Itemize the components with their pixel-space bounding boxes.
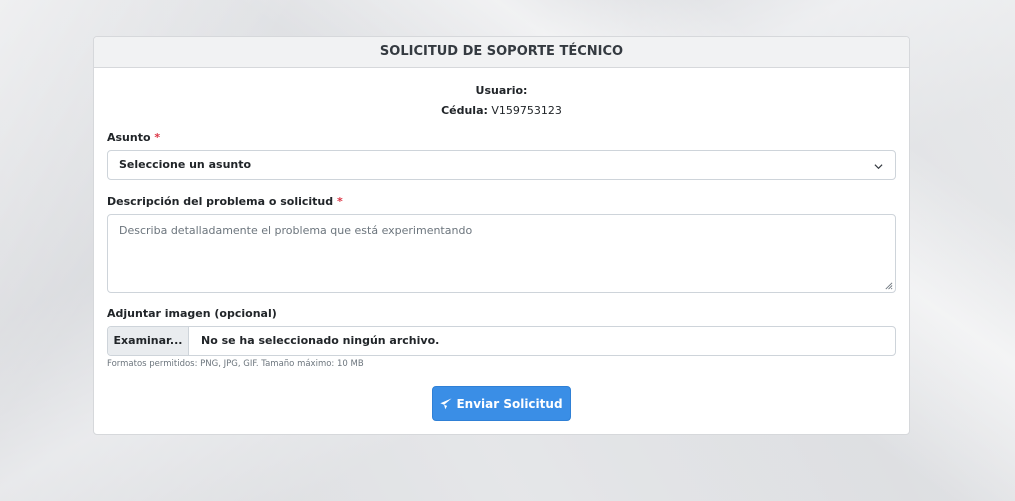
cedula-value: V159753123: [491, 104, 562, 117]
paper-plane-icon: [440, 398, 453, 410]
descripcion-label-row: Descripción del problema o solicitud *: [107, 195, 896, 208]
user-info: Usuario: Cédula: V159753123: [94, 81, 909, 121]
descripcion-field: Descripción del problema o solicitud * D…: [107, 195, 896, 293]
descripcion-label: Descripción del problema o solicitud: [107, 195, 334, 208]
adjuntar-label: Adjuntar imagen (opcional): [107, 307, 277, 320]
usuario-label: Usuario:: [475, 84, 528, 97]
file-status: No se ha seleccionado ningún archivo.: [201, 334, 440, 347]
submit-label: Enviar Solicitud: [456, 397, 563, 411]
file-help-text: Formatos permitidos: PNG, JPG, GIF. Tama…: [107, 359, 364, 369]
cedula-label: Cédula:: [441, 104, 488, 117]
descripcion-placeholder: Describa detalladamente el problema que …: [119, 224, 473, 237]
chevron-down-icon: [874, 164, 883, 170]
asunto-select[interactable]: Seleccione un asunto: [107, 150, 896, 180]
adjuntar-field: Adjuntar imagen (opcional) Examinar... N…: [107, 307, 896, 369]
asunto-selected-value: Seleccione un asunto: [119, 158, 252, 171]
usuario-row: Usuario:: [94, 81, 909, 101]
browse-button[interactable]: Examinar...: [108, 327, 189, 355]
required-asterisk: *: [154, 131, 161, 144]
descripcion-textarea[interactable]: Describa detalladamente el problema que …: [107, 214, 896, 293]
required-asterisk: *: [336, 195, 343, 208]
cedula-row: Cédula: V159753123: [94, 101, 909, 121]
resize-grip-icon[interactable]: [884, 281, 893, 290]
asunto-field: Asunto * Seleccione un asunto: [107, 131, 896, 180]
support-request-card: SOLICITUD DE SOPORTE TÉCNICO Usuario: Cé…: [93, 36, 910, 435]
card-title: SOLICITUD DE SOPORTE TÉCNICO: [94, 37, 909, 68]
submit-button[interactable]: Enviar Solicitud: [432, 386, 571, 421]
file-input[interactable]: Examinar... No se ha seleccionado ningún…: [107, 326, 896, 356]
asunto-label-row: Asunto *: [107, 131, 896, 144]
asunto-label: Asunto: [107, 131, 151, 144]
